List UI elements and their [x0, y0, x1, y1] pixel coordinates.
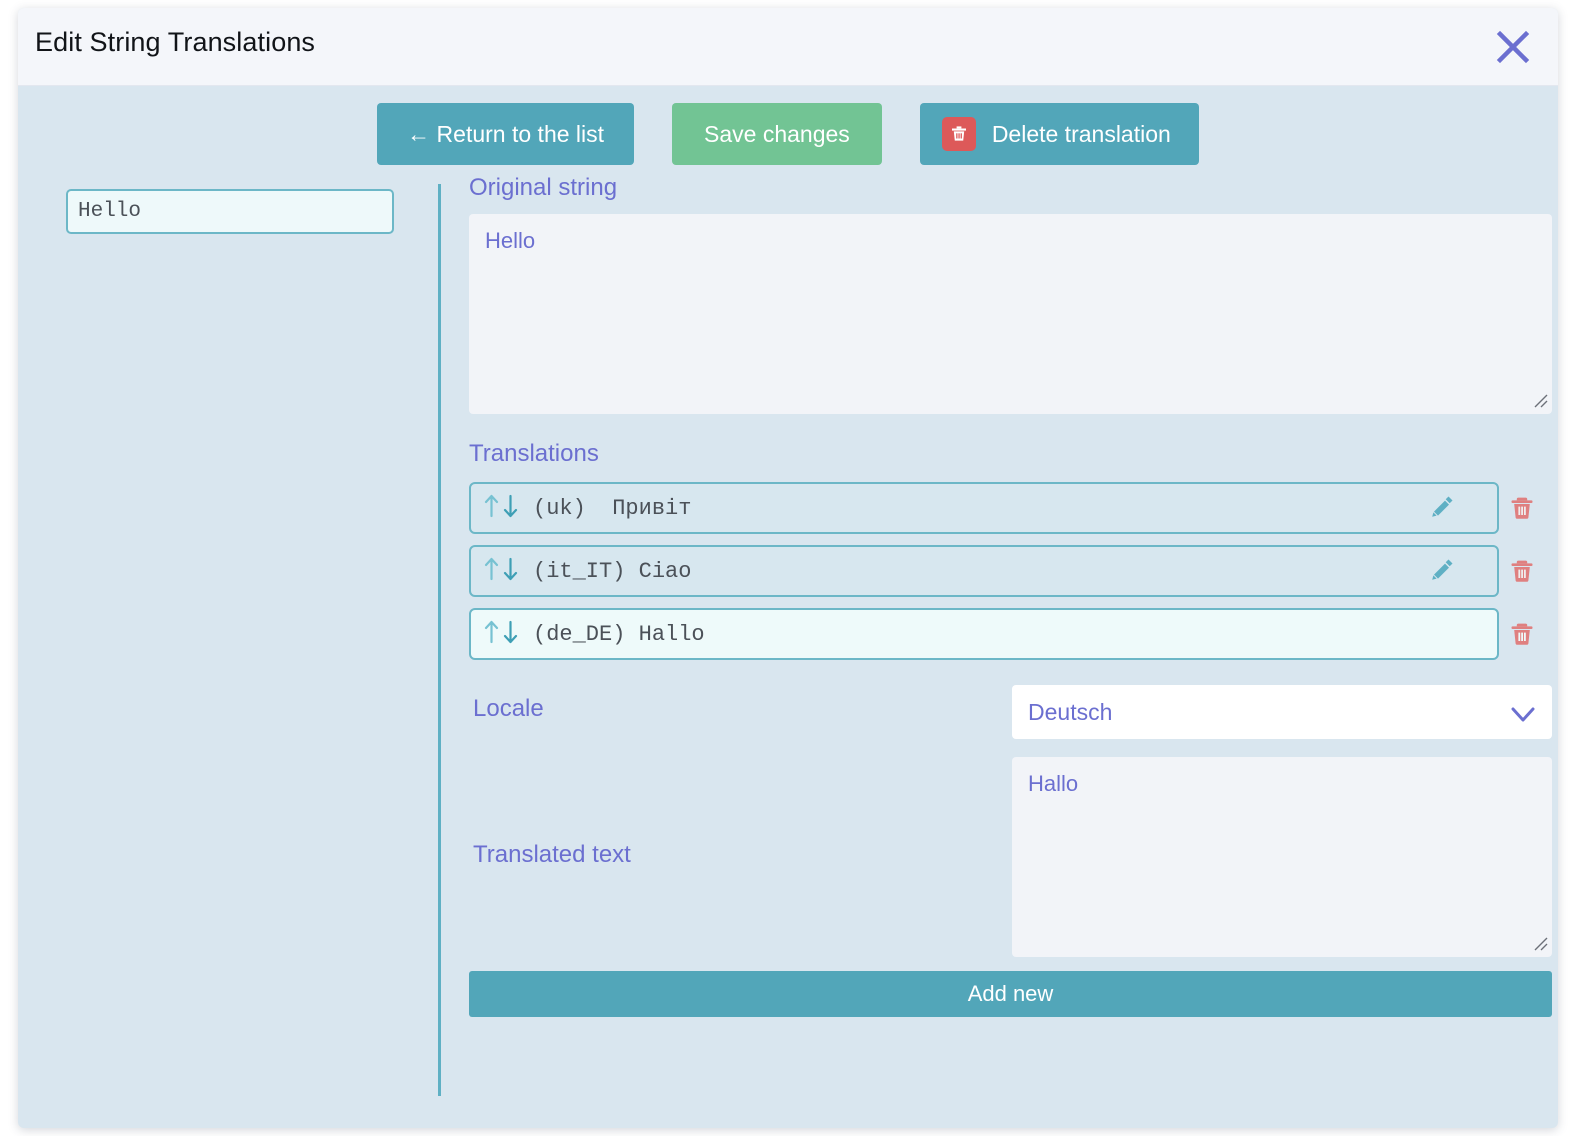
- translated-text-label: Translated text: [473, 841, 631, 868]
- trash-icon: [941, 117, 976, 151]
- edit-translation-button[interactable]: [1426, 493, 1458, 523]
- translation-row-text: (de_DE) Hallo: [533, 621, 705, 647]
- chevron-down-icon: [1510, 703, 1536, 730]
- table-row[interactable]: (uk) Привіт: [469, 482, 1499, 534]
- modal-header: Edit String Translations: [18, 8, 1558, 86]
- locale-row: Locale Deutsch: [469, 685, 1552, 739]
- translation-row-wrap: (it_IT) Ciao: [469, 545, 1552, 597]
- trash-icon: [1508, 620, 1536, 651]
- arrow-up-icon[interactable]: [483, 556, 500, 587]
- table-row[interactable]: (it_IT) Ciao: [469, 545, 1499, 597]
- translated-text-textarea[interactable]: [1012, 757, 1552, 957]
- save-changes-button[interactable]: Save changes: [672, 103, 882, 165]
- locale-label: Locale: [473, 695, 544, 722]
- right-column: Original string Translations: [469, 176, 1552, 1017]
- translations-label: Translations: [469, 440, 599, 467]
- modal-body: Original string Translations: [18, 176, 1558, 1128]
- arrow-down-icon[interactable]: [502, 619, 519, 650]
- return-to-list-button[interactable]: ← Return to the list: [377, 103, 635, 165]
- translation-row-text: (it_IT) Ciao: [533, 558, 692, 584]
- original-string-textarea[interactable]: [469, 214, 1552, 414]
- trash-icon: [1508, 494, 1536, 525]
- sort-arrows[interactable]: [483, 556, 519, 587]
- arrow-down-icon[interactable]: [502, 493, 519, 524]
- arrow-down-icon[interactable]: [502, 556, 519, 587]
- sort-arrows[interactable]: [483, 493, 519, 524]
- page-title: Edit String Translations: [35, 27, 316, 57]
- translation-row-wrap: (uk) Привіт: [469, 482, 1552, 534]
- sort-arrows[interactable]: [483, 619, 519, 650]
- delete-row-button[interactable]: [1506, 619, 1538, 651]
- close-button[interactable]: [1490, 24, 1536, 70]
- delete-translation-label: Delete translation: [991, 120, 1171, 147]
- locale-selected-value: Deutsch: [1028, 698, 1113, 725]
- edit-translations-modal: Edit String Translations ← Return to the…: [18, 8, 1558, 1128]
- original-string-label: Original string: [469, 174, 618, 201]
- pencil-icon: [1428, 493, 1456, 524]
- close-icon: [1496, 30, 1530, 64]
- translation-row-wrap: (de_DE) Hallo: [469, 608, 1552, 660]
- translated-text-row: Translated text: [469, 757, 1552, 957]
- trash-icon: [1508, 557, 1536, 588]
- delete-translation-button[interactable]: Delete translation: [919, 103, 1199, 165]
- action-toolbar: ← Return to the list Save changes Delete…: [18, 86, 1558, 176]
- arrow-up-icon[interactable]: [483, 493, 500, 524]
- edit-translation-button[interactable]: [1426, 556, 1458, 586]
- translations-list: (uk) Привіт (it_IT) Ciao (de_DE) Hallo: [469, 482, 1552, 660]
- pencil-icon: [1428, 556, 1456, 587]
- arrow-up-icon[interactable]: [483, 619, 500, 650]
- string-key-input[interactable]: [66, 189, 394, 234]
- add-new-button[interactable]: Add new: [469, 971, 1552, 1017]
- column-divider: [438, 184, 441, 1096]
- locale-select[interactable]: Deutsch: [1012, 685, 1552, 739]
- table-row[interactable]: (de_DE) Hallo: [469, 608, 1499, 660]
- delete-row-button[interactable]: [1506, 556, 1538, 588]
- translation-row-text: (uk) Привіт: [533, 495, 692, 521]
- delete-row-button[interactable]: [1506, 493, 1538, 525]
